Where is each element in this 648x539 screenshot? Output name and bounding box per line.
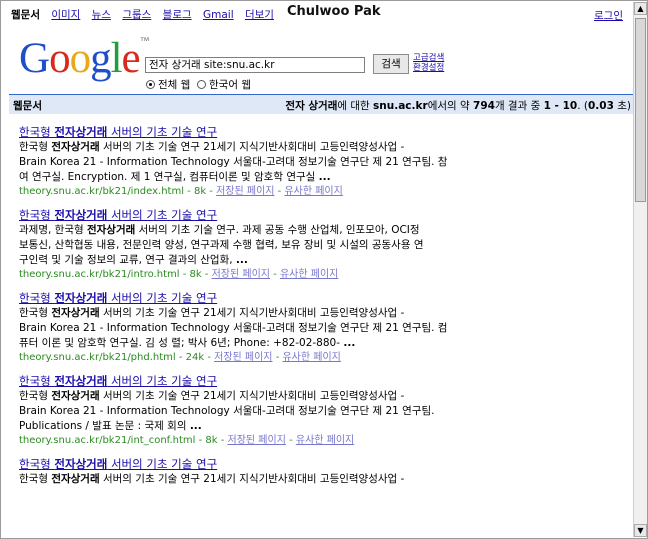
results-list: 한국형 전자상거래 서버의 기초 기술 연구 한국형 전자상거래 서버의 기초 기… [19, 125, 449, 496]
result-snippet-line: 한국형 전자상거래 서버의 기초 기술 연구 21세기 지식기반사회대비 고등인… [19, 473, 405, 485]
result-snippet-line: 보통신, 산학협동 내용, 전문인력 양성, 연구과제 수행 협력, 보유 장비… [19, 239, 424, 251]
search-result: 한국형 전자상거래 서버의 기초 기술 연구과제명, 한국형 전자상거래 서버의… [19, 208, 449, 282]
result-title-link[interactable]: 한국형 전자상거래 서버의 기초 기술 연구 [19, 457, 217, 471]
radio-korean-web-label[interactable]: 한국어 웹 [209, 79, 251, 91]
result-url: theory.snu.ac.kr/bk21/int_conf.html - 8k… [19, 435, 228, 446]
similar-pages-link[interactable]: 유사한 페이지 [280, 269, 338, 280]
scroll-down-icon[interactable]: ▼ [634, 524, 647, 537]
result-url: theory.snu.ac.kr/bk21/intro.html - 8k - [19, 269, 212, 280]
cached-page-link[interactable]: 저장된 페이지 [214, 352, 272, 363]
stats-tab-label: 웹문서 [13, 100, 42, 112]
preferences-link[interactable]: 환경설정 [413, 63, 444, 73]
overlay-caption: Chulwoo Pak [285, 4, 383, 19]
similar-pages-link[interactable]: 유사한 페이지 [284, 186, 342, 197]
search-scope: 전체 웹 한국어 웹 [146, 77, 251, 92]
nav-blogs[interactable]: 블로그 [163, 9, 192, 21]
result-title-link[interactable]: 한국형 전자상거래 서버의 기초 기술 연구 [19, 291, 217, 305]
result-snippet-line: 과제명, 한국형 전자상거래 서버의 기초 기술 연구. 과제 공동 수행 산업… [19, 224, 420, 236]
nav-gmail[interactable]: Gmail [203, 9, 234, 21]
top-nav: 웹문서 이미지 뉴스 그룹스 블로그 Gmail 더보기 [11, 7, 274, 23]
result-snippet-line: 한국형 전자상거래 서버의 기초 기술 연구 21세기 지식기반사회대비 고등인… [19, 307, 405, 319]
similar-pages-link[interactable]: 유사한 페이지 [296, 435, 354, 446]
result-title: 한국형 전자상거래 서버의 기초 기술 연구 [19, 457, 449, 472]
search-options: 고급검색 환경설정 [413, 53, 444, 73]
nav-images[interactable]: 이미지 [51, 9, 80, 21]
search-input[interactable]: 전자 상거래 site:snu.ac.kr [145, 57, 365, 73]
result-snippet-line: 구인력 및 기술 정보의 교류, 연구 결과의 산업화, ... [19, 254, 248, 266]
result-title: 한국형 전자상거래 서버의 기초 기술 연구 [19, 208, 449, 223]
nav-web[interactable]: 웹문서 [11, 9, 40, 21]
result-snippet-line: 한국형 전자상거래 서버의 기초 기술 연구 21세기 지식기반사회대비 고등인… [19, 141, 405, 153]
cached-page-link[interactable]: 저장된 페이지 [228, 435, 286, 446]
result-title-link[interactable]: 한국형 전자상거래 서버의 기초 기술 연구 [19, 374, 217, 388]
search-button[interactable]: 검색 [373, 54, 409, 74]
results-stats: 전자 상거래에 대한 snu.ac.kr에서의 약 794개 결과 중 1 - … [285, 100, 631, 112]
result-snippet-line: 여 연구실. Encryption. 제 1 연구실, 컴퓨터이론 및 암호학 … [19, 171, 331, 183]
nav-news[interactable]: 뉴스 [92, 9, 111, 21]
result-snippet-line: Brain Korea 21 - Information Technology … [19, 156, 448, 168]
nav-groups[interactable]: 그룹스 [122, 9, 151, 21]
radio-korean-web[interactable] [197, 80, 207, 89]
search-result: 한국형 전자상거래 서버의 기초 기술 연구한국형 전자상거래 서버의 기초 기… [19, 457, 449, 487]
result-title-link[interactable]: 한국형 전자상거래 서버의 기초 기술 연구 [19, 208, 217, 222]
result-url-line: theory.snu.ac.kr/bk21/index.html - 8k - … [19, 186, 343, 197]
scroll-up-icon[interactable]: ▲ [634, 2, 647, 15]
search-result: 한국형 전자상거래 서버의 기초 기술 연구한국형 전자상거래 서버의 기초 기… [19, 374, 449, 448]
result-snippet-line: Brain Korea 21 - Information Technology … [19, 322, 448, 334]
result-snippet-line: Publications / 발표 논문 : 국제 회의 ... [19, 420, 202, 432]
result-title: 한국형 전자상거래 서버의 기초 기술 연구 [19, 125, 449, 140]
results-stats-bar: 웹문서 전자 상거래에 대한 snu.ac.kr에서의 약 794개 결과 중 … [9, 94, 637, 114]
google-logo[interactable]: Google™ [19, 37, 150, 81]
result-url-line: theory.snu.ac.kr/bk21/int_conf.html - 8k… [19, 435, 355, 446]
radio-all-web[interactable] [146, 80, 155, 89]
cached-page-link[interactable]: 저장된 페이지 [216, 186, 274, 197]
vertical-scrollbar[interactable]: ▲ ▼ [633, 2, 647, 537]
result-snippet-line: Brain Korea 21 - Information Technology … [19, 405, 435, 417]
login-link[interactable]: 로그인 [594, 8, 623, 23]
result-url: theory.snu.ac.kr/bk21/index.html - 8k - [19, 186, 217, 197]
similar-pages-link[interactable]: 유사한 페이지 [282, 352, 340, 363]
result-title-link[interactable]: 한국형 전자상거래 서버의 기초 기술 연구 [19, 125, 217, 139]
result-url-line: theory.snu.ac.kr/bk21/intro.html - 8k - … [19, 269, 339, 280]
result-title: 한국형 전자상거래 서버의 기초 기술 연구 [19, 291, 449, 306]
result-title: 한국형 전자상거래 서버의 기초 기술 연구 [19, 374, 449, 389]
result-url: theory.snu.ac.kr/bk21/phd.html - 24k - [19, 352, 215, 363]
search-result: 한국형 전자상거래 서버의 기초 기술 연구한국형 전자상거래 서버의 기초 기… [19, 291, 449, 365]
browser-viewport: 웹문서 이미지 뉴스 그룹스 블로그 Gmail 더보기 Chulwoo Pak… [0, 0, 648, 539]
search-result: 한국형 전자상거래 서버의 기초 기술 연구한국형 전자상거래 서버의 기초 기… [19, 125, 449, 199]
nav-more[interactable]: 더보기 [245, 9, 274, 21]
advanced-search-link[interactable]: 고급검색 [413, 53, 444, 63]
result-snippet-line: 퓨터 이론 및 암호학 연구실. 김 성 렬; 박사 6년; Phone: +8… [19, 337, 356, 349]
cached-page-link[interactable]: 저장된 페이지 [212, 269, 270, 280]
result-url-line: theory.snu.ac.kr/bk21/phd.html - 24k - 저… [19, 352, 341, 363]
result-snippet-line: 한국형 전자상거래 서버의 기초 기술 연구 21세기 지식기반사회대비 고등인… [19, 390, 405, 402]
scroll-thumb[interactable] [635, 18, 646, 202]
radio-all-web-label[interactable]: 전체 웹 [158, 79, 190, 91]
